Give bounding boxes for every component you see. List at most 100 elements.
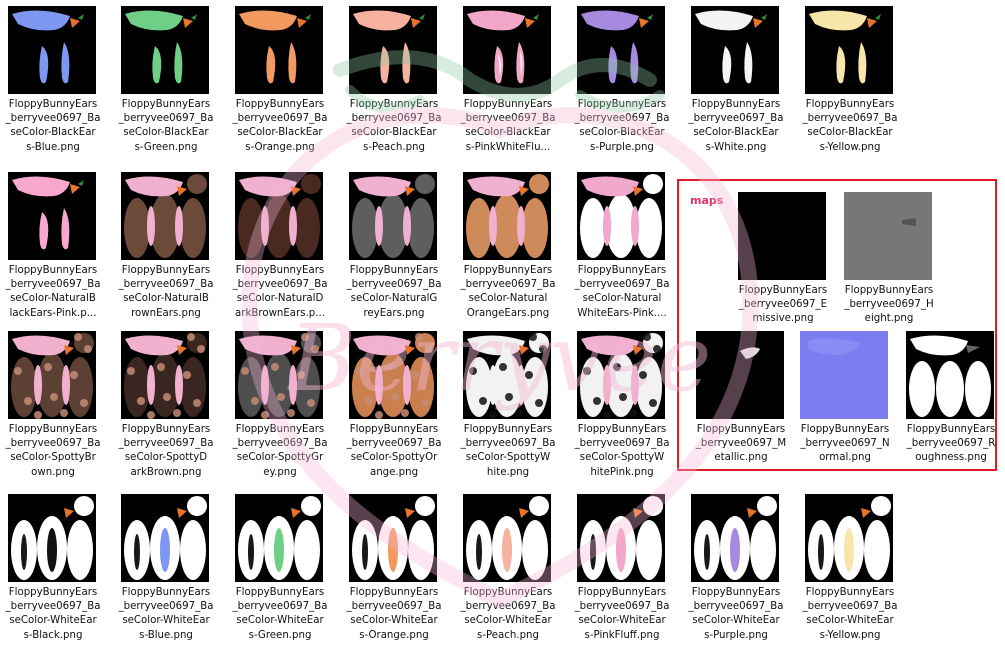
maps-label: maps xyxy=(690,194,724,207)
thumbnail-image xyxy=(8,172,96,260)
file-thumbnail[interactable] xyxy=(8,6,96,94)
file-name-line: _berryvee0697_Ba xyxy=(574,113,670,125)
file-name-line: FloppyBunnyEars xyxy=(463,587,553,598)
file-name-line: s-White.png xyxy=(705,141,767,153)
file-name-line: s-Blue.png xyxy=(26,141,80,153)
file-name-line: s-Peach.png xyxy=(363,141,425,153)
file-name-line: seColor-WhiteEar xyxy=(464,615,552,627)
file-name-line: _berryvee0697_Ba xyxy=(346,601,442,613)
file-name-label: FloppyBunnyEars _berryvee0697_Ba seColor-W… xyxy=(797,586,903,643)
file-name-line: WhiteEars-Pink.... xyxy=(577,307,667,319)
file-name-line: FloppyBunnyEars xyxy=(235,265,325,276)
thumbnail-image xyxy=(349,494,437,582)
file-thumbnail[interactable] xyxy=(8,494,96,582)
file-name-line: _berryvee0697_Ba xyxy=(232,438,328,450)
file-name-line: s-Green.png xyxy=(248,629,312,641)
file-name-line: FloppyBunnyEars xyxy=(235,99,325,110)
file-name-line: _berryvee0697_Ba xyxy=(5,601,101,613)
file-name-line: FloppyBunnyEars xyxy=(349,424,439,435)
file-thumbnail[interactable] xyxy=(235,172,323,260)
file-thumbnail[interactable] xyxy=(121,494,209,582)
file-thumbnail[interactable] xyxy=(349,6,437,94)
file-name-label: FloppyBunnyEars _berryvee0697_Ba seColor-S… xyxy=(455,423,561,480)
file-thumbnail[interactable] xyxy=(349,331,437,419)
file-thumbnail[interactable] xyxy=(577,494,665,582)
file-name-label: FloppyBunnyEars _berryvee0697_Ba seColor-B… xyxy=(797,98,903,155)
file-thumbnail[interactable] xyxy=(235,331,323,419)
file-name-line: _berryvee0697_Ba xyxy=(688,113,784,125)
file-name-line: ey.png xyxy=(263,466,297,478)
file-thumbnail[interactable] xyxy=(691,494,779,582)
file-name-line: FloppyBunnyEars xyxy=(8,424,98,435)
file-name-line: lackEars-Pink.p... xyxy=(9,307,97,319)
file-name-line: seColor-NaturalG xyxy=(350,293,438,305)
file-name-line: seColor-WhiteEar xyxy=(806,615,894,627)
file-thumbnail[interactable] xyxy=(8,331,96,419)
file-name-label: FloppyBunnyEars _berryvee0697_Ba seColor-N… xyxy=(569,264,675,321)
thumbnail-image xyxy=(805,494,893,582)
file-name-line: seColor-NaturalD xyxy=(236,293,324,305)
file-thumbnail[interactable] xyxy=(463,331,551,419)
thumbnail-image xyxy=(349,172,437,260)
file-thumbnail[interactable] xyxy=(577,172,665,260)
file-name-line: _berryvee0697_Ba xyxy=(346,113,442,125)
thumbnail-image xyxy=(463,172,551,260)
file-name-line: s-Yellow.png xyxy=(819,141,881,153)
file-name-line: _berryvee0697_Ba xyxy=(232,113,328,125)
file-name-line: FloppyBunnyEars xyxy=(349,265,439,276)
file-name-line: _berryvee0697_Ba xyxy=(802,113,898,125)
file-name-line: FloppyBunnyEars xyxy=(121,265,211,276)
file-name-line: s-Green.png xyxy=(134,141,198,153)
file-thumbnail[interactable] xyxy=(463,494,551,582)
file-thumbnail[interactable] xyxy=(577,331,665,419)
file-thumbnail[interactable] xyxy=(577,6,665,94)
file-thumbnail[interactable] xyxy=(121,331,209,419)
file-thumbnail[interactable] xyxy=(8,172,96,260)
file-name-line: FloppyBunnyEars xyxy=(805,587,895,598)
thumbnail-image xyxy=(235,331,323,419)
file-name-line: _berryvee0697_Ba xyxy=(5,438,101,450)
file-name-line: seColor-WhiteEar xyxy=(692,615,780,627)
file-name-line: _berryvee0697_Ba xyxy=(460,279,556,291)
file-thumbnail[interactable] xyxy=(349,494,437,582)
thumbnail-image xyxy=(235,6,323,94)
file-name-line: FloppyBunnyEars xyxy=(8,265,98,276)
file-thumbnail[interactable] xyxy=(235,494,323,582)
thumbnail-image xyxy=(121,6,209,94)
file-thumbnail[interactable] xyxy=(691,6,779,94)
file-name-label: FloppyBunnyEars _berryvee0697_Ba seColor-W… xyxy=(113,586,219,643)
thumbnail-image xyxy=(235,172,323,260)
file-name-line: seColor-BlackEar xyxy=(807,127,893,139)
file-name-line: s-PinkWhiteFlu... xyxy=(465,141,551,153)
file-thumbnail[interactable] xyxy=(805,6,893,94)
file-thumbnail[interactable] xyxy=(349,172,437,260)
file-name-label: FloppyBunnyEars _berryvee0697_Ba seColor-S… xyxy=(227,423,333,480)
file-thumbnail[interactable] xyxy=(805,494,893,582)
file-name-line: FloppyBunnyEars xyxy=(577,587,667,598)
file-name-line: seColor-SpottyW xyxy=(579,452,665,464)
thumbnail-image xyxy=(349,6,437,94)
file-name-line: rownEars.png xyxy=(131,307,201,319)
file-thumbnail[interactable] xyxy=(463,172,551,260)
thumbnail-image xyxy=(577,494,665,582)
file-name-line: FloppyBunnyEars xyxy=(577,99,667,110)
file-name-line: _berryvee0697_Ba xyxy=(574,601,670,613)
file-name-line: _berryvee0697_Ba xyxy=(460,601,556,613)
file-name-line: seColor-BlackEar xyxy=(465,127,551,139)
file-name-line: s-Yellow.png xyxy=(819,629,881,641)
thumbnail-image xyxy=(691,6,779,94)
file-thumbnail[interactable] xyxy=(121,172,209,260)
file-name-line: _berryvee0697_Ba xyxy=(460,113,556,125)
file-name-line: seColor-SpottyOr xyxy=(350,452,438,464)
file-name-line: seColor-BlackEar xyxy=(693,127,779,139)
file-name-line: seColor-BlackEar xyxy=(579,127,665,139)
file-name-label: FloppyBunnyEars _berryvee0697_Ba seColor-B… xyxy=(455,98,561,155)
file-name-line: arkBrown.png xyxy=(130,466,202,478)
file-name-label: FloppyBunnyEars _berryvee0697_Ba seColor-W… xyxy=(569,586,675,643)
file-name-line: s-Orange.png xyxy=(359,629,429,641)
file-thumbnail[interactable] xyxy=(463,6,551,94)
file-thumbnail[interactable] xyxy=(235,6,323,94)
file-thumbnail[interactable] xyxy=(121,6,209,94)
file-name-line: seColor-BlackEar xyxy=(237,127,323,139)
file-name-line: seColor-NaturalB xyxy=(10,293,96,305)
